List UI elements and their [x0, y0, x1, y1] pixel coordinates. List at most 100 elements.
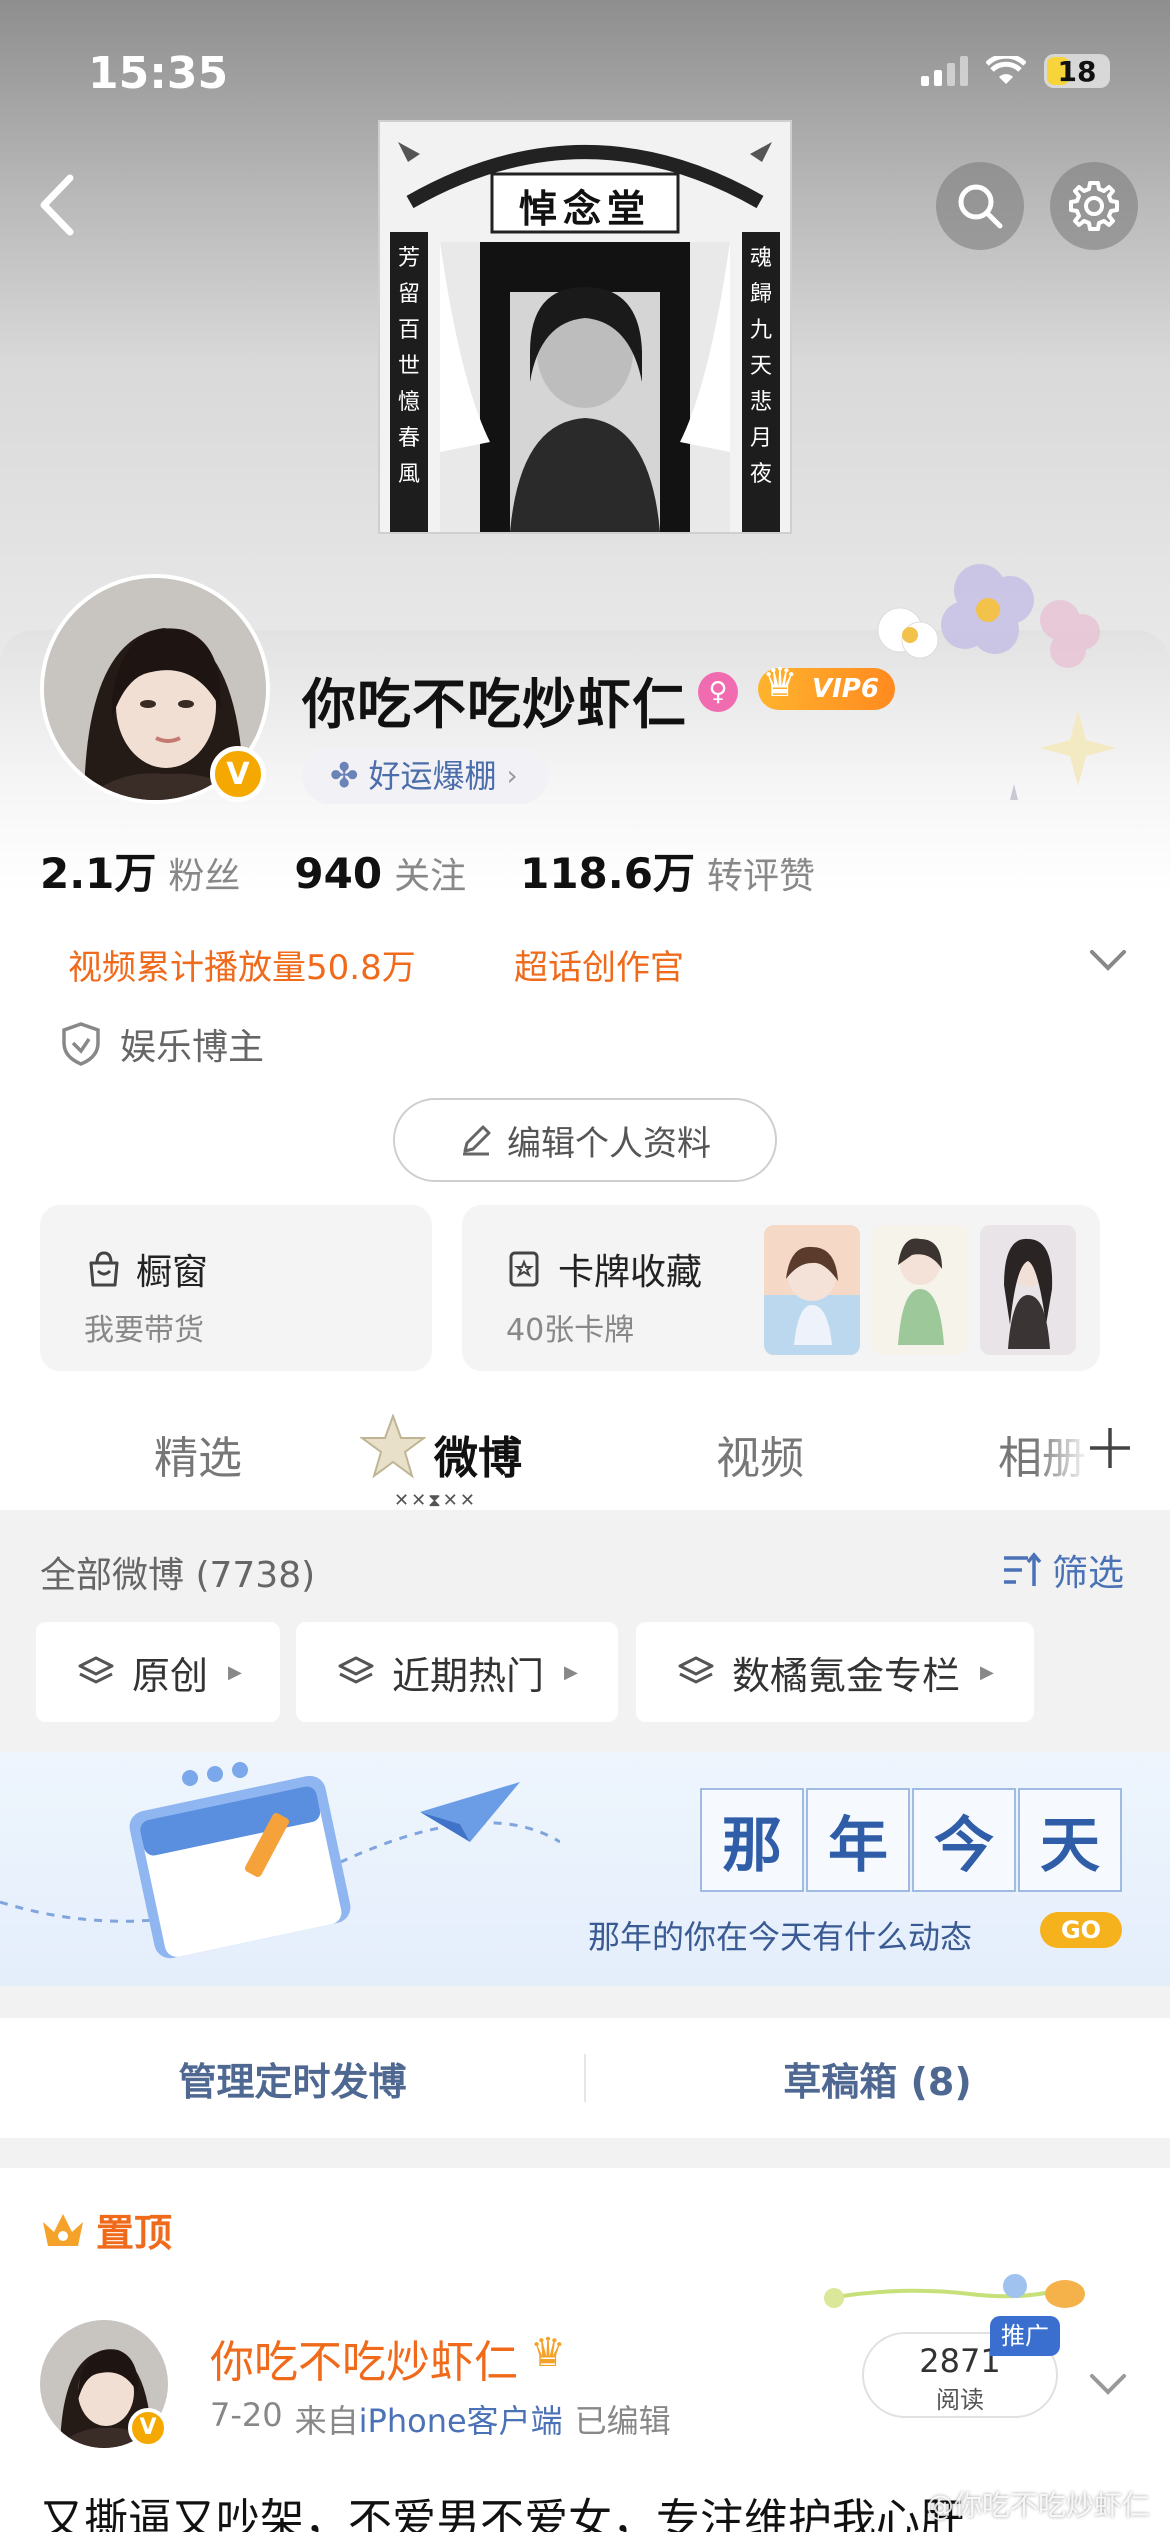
card-collection-sub: 40张卡牌 [506, 1313, 635, 1348]
chip-column-label: 数橘氪金专栏 [732, 1653, 961, 1698]
status-time: 15:35 [88, 48, 229, 99]
post-meta: 7-20 来自 iPhone客户端 已编辑 [210, 2396, 671, 2442]
creator-tag-label: 娱乐博主 [120, 1027, 265, 1068]
profile-username: 你吃不吃炒虾仁 [302, 673, 687, 736]
watermark: @你吃不吃炒虾仁 [925, 2489, 1150, 2522]
chevron-down-icon[interactable] [1088, 944, 1128, 974]
vip-level: VIP6 [812, 674, 879, 704]
star-badge-icon [360, 1414, 426, 1479]
shield-icon [62, 1022, 100, 1066]
luck-status-chip[interactable]: ✤ 好运爆棚 › [302, 748, 548, 804]
filter-button[interactable]: 筛选 [1002, 1544, 1124, 1596]
tab-featured[interactable]: 精选 [154, 1422, 242, 1486]
crown-icon [43, 2213, 83, 2246]
filter-label: 筛选 [1051, 1553, 1124, 1594]
battery-icon: 18 [1044, 54, 1110, 88]
card-collection-title: 卡牌收藏 [558, 1252, 703, 1293]
layers-icon [78, 1656, 114, 1684]
card-collection-card[interactable]: 卡牌收藏 40张卡牌 [462, 1205, 1100, 1371]
creator-tag[interactable]: 娱乐博主 [60, 1018, 264, 1070]
post-edited: 已编辑 [574, 2402, 671, 2440]
post-source[interactable]: iPhone客户端 [359, 2396, 563, 2442]
battery-level: 18 [1057, 54, 1097, 88]
couplet-char: 留 [397, 282, 420, 307]
supertopic-creator-highlight[interactable]: 超话创作官 [514, 940, 684, 989]
shop-window-sub: 我要带货 [84, 1313, 204, 1348]
couplet-char: 魂 [749, 246, 772, 271]
gear-icon [1069, 181, 1119, 231]
total-posts-count: 全部微博 (7738) [40, 1555, 316, 1596]
couplet-char: 九 [749, 318, 772, 343]
couplet-char: 百 [397, 318, 420, 343]
couplet-char: 芳 [397, 246, 420, 271]
banner-char: 那 [700, 1788, 804, 1892]
card-thumbnail[interactable] [980, 1225, 1076, 1355]
card-thumbnail[interactable] [764, 1225, 860, 1355]
couplet-char: 月 [749, 426, 772, 451]
settings-button[interactable] [1050, 162, 1138, 250]
couplet-char: 夜 [749, 462, 772, 487]
chevron-right-icon: › [506, 759, 518, 792]
chip-trending[interactable]: 近期热门 ▶ [296, 1622, 618, 1722]
verified-badge-icon: V [210, 746, 266, 802]
pencil-icon [463, 1125, 491, 1156]
edit-profile-label: 编辑个人资料 [507, 1123, 711, 1164]
cellular-signal-icon [921, 56, 968, 86]
back-icon[interactable] [30, 170, 86, 240]
caret-right-icon: ▶ [564, 1661, 578, 1683]
banner-char: 年 [806, 1788, 910, 1892]
layers-icon [678, 1656, 714, 1684]
female-gender-icon: ♀ [698, 672, 738, 712]
profile-avatar[interactable]: V [40, 574, 270, 804]
chip-original-label: 原创 [132, 1653, 209, 1698]
sort-filter-icon [1003, 1552, 1042, 1586]
pinned-post[interactable]: 置顶 V 你吃不吃炒虾仁 ♛ 7-20 来自 iPhone客户端 已编辑 287… [0, 2168, 1170, 2532]
status-bar: 15:35 18 [0, 44, 1170, 104]
read-count-label: 阅读 [936, 2386, 984, 2414]
calendar-illustration [0, 1762, 560, 1959]
chip-column[interactable]: 数橘氪金专栏 ▶ [636, 1622, 1034, 1722]
chip-trending-label: 近期热门 [392, 1653, 545, 1698]
couplet-char: 春 [397, 426, 420, 451]
search-button[interactable] [936, 162, 1024, 250]
tab-video[interactable]: 视频 [716, 1422, 804, 1486]
post-author-name[interactable]: 你吃不吃炒虾仁 [210, 2326, 518, 2390]
layers-icon [338, 1656, 374, 1684]
shop-window-card[interactable]: 橱窗 我要带货 [40, 1205, 432, 1371]
couplet-char: 歸 [749, 282, 772, 307]
banner-char: 天 [1018, 1788, 1122, 1892]
search-icon [958, 184, 1003, 229]
following-label[interactable]: 关注 [394, 847, 466, 899]
following-count[interactable]: 940 [294, 849, 382, 898]
shopping-bag-icon [89, 1251, 119, 1287]
luck-label: 好运爆棚 [368, 757, 497, 795]
tab-album[interactable]: 相册 [998, 1422, 1090, 1486]
memorial-title: 悼念堂 [518, 186, 651, 231]
card-thumbnail[interactable] [872, 1225, 968, 1355]
edit-profile-button[interactable]: 编辑个人资料 [393, 1098, 777, 1182]
tab-weibo[interactable]: 微博 [434, 1422, 522, 1486]
likes-label[interactable]: 转评赞 [707, 847, 815, 899]
followers-count[interactable]: 2.1万 [40, 840, 156, 901]
followers-label[interactable]: 粉丝 [168, 847, 240, 899]
couplet-char: 世 [397, 354, 420, 379]
banner-char: 今 [912, 1788, 1016, 1892]
post-from: 来自 [294, 2402, 359, 2440]
likes-count[interactable]: 118.6万 [520, 840, 695, 901]
banner-caption: 那年的你在今天有什么动态 [588, 1918, 973, 1956]
couplet-char: 天 [749, 354, 772, 379]
vip-badge[interactable]: ♛ VIP6 [758, 662, 895, 710]
banner-go-button[interactable]: GO [1040, 1912, 1122, 1948]
profile-stats: 2.1万 粉丝 940 关注 118.6万 转评赞 [40, 840, 869, 901]
pinned-text: 置顶 [96, 2211, 173, 2255]
scheduled-posts-button[interactable]: 管理定时发博 [0, 2018, 585, 2138]
on-this-day-banner[interactable]: 那 年 今 天 那年的你在今天有什么动态 GO [0, 1752, 1170, 1986]
promote-badge[interactable]: 推广 [990, 2316, 1060, 2356]
chevron-down-icon[interactable] [1088, 2368, 1128, 2398]
video-plays-highlight[interactable]: 视频累计播放量50.8万 [68, 940, 416, 989]
drafts-button[interactable]: 草稿箱 (8) [585, 2018, 1170, 2138]
add-tab-icon[interactable] [1086, 1424, 1134, 1472]
caret-right-icon: ▶ [228, 1661, 242, 1683]
wifi-icon [986, 56, 1026, 84]
chip-original[interactable]: 原创 ▶ [36, 1622, 280, 1722]
